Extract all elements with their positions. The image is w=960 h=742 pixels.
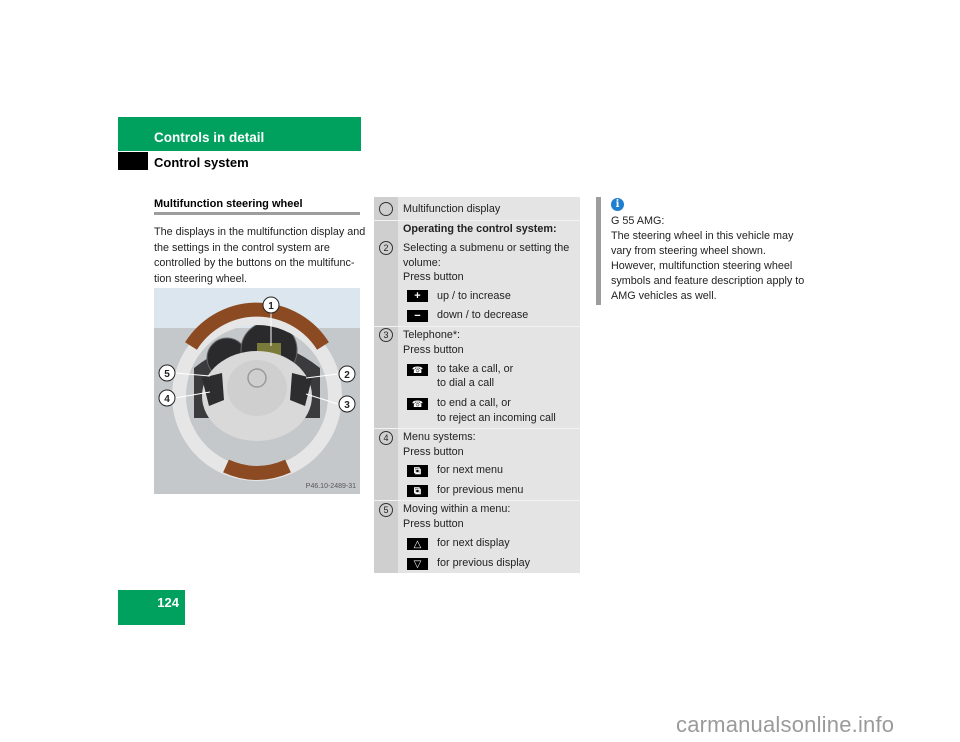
legend-sub-4: Press button (403, 446, 464, 458)
chapter-header: Controls in detail (118, 117, 361, 151)
steering-wheel-figure: 1 2 3 4 5 P46.10-2489-31 (154, 288, 360, 494)
legend-button-text-2: to dial a call (437, 377, 495, 389)
page-number: 124 (157, 595, 179, 610)
legend-number-3: 3 (379, 328, 393, 342)
page-number-badge: 124 (118, 590, 185, 625)
row-divider (374, 326, 580, 327)
legend-button-text: to take a call, or (437, 363, 514, 375)
legend-text-2: Selecting a submenu or setting the volum… (403, 242, 570, 269)
info-title: G 55 AMG: (611, 215, 665, 227)
callout-1: 1 (268, 301, 274, 312)
section-title: Control system (154, 155, 249, 170)
legend-text-3: Telephone*: (403, 329, 461, 341)
watermark: carmanualsonline.info (676, 712, 895, 737)
legend-button-text: for previous menu (437, 484, 524, 496)
legend-sub-3: Press button (403, 344, 464, 356)
legend-table: Multifunction display Operating the cont… (374, 197, 580, 573)
callout-5: 5 (164, 369, 170, 380)
legend-text-4: Menu systems: (403, 431, 476, 443)
legend-sub-2: Press button (403, 271, 464, 283)
next-menu-icon: ⧉ (407, 465, 428, 477)
figure-code: P46.10-2489-31 (305, 483, 356, 490)
legend-number-4: 4 (379, 431, 393, 445)
info-sidebar-bar (596, 197, 601, 305)
row-divider (374, 220, 580, 221)
plus-icon: + (407, 290, 428, 302)
phone-pickup-icon: ☎ (407, 364, 428, 376)
legend-button-text: up / to increase (437, 290, 511, 302)
legend-button-text: for next menu (437, 464, 504, 476)
callout-3: 3 (344, 400, 350, 411)
chapter-title: Controls in detail (154, 130, 265, 145)
steering-wheel-illustration: 1 2 3 4 5 (154, 288, 360, 494)
previous-menu-icon: ⧉ (407, 485, 428, 497)
legend-text-5: Moving within a menu: (403, 503, 511, 515)
phone-hangup-icon: ☎ (407, 398, 428, 410)
arrow-down-icon: ▽ (407, 558, 428, 570)
info-icon: i (611, 198, 624, 211)
info-body: The steering wheel in this vehicle may v… (611, 230, 805, 302)
info-note: G 55 AMG: The steering wheel in this veh… (611, 214, 811, 304)
title-divider (154, 212, 360, 215)
legend-number-2: 2 (379, 241, 393, 255)
legend-sub-5: Press button (403, 518, 464, 530)
callout-4: 4 (164, 394, 170, 405)
legend-number-1 (379, 202, 393, 216)
row-divider (374, 428, 580, 429)
legend-button-text: to end a call, or (437, 397, 511, 409)
legend-heading: Operating the control system: (403, 223, 557, 235)
arrow-up-icon: △ (407, 538, 428, 550)
section-marker (118, 152, 148, 170)
callout-2: 2 (344, 370, 350, 381)
intro-paragraph: The displays in the multifunction displa… (154, 226, 366, 285)
page-title: Multifunction steering wheel (154, 198, 303, 210)
legend-number-5: 5 (379, 503, 393, 517)
legend-button-text: for previous display (437, 557, 531, 569)
minus-icon: − (407, 310, 428, 322)
legend-button-text: for next display (437, 537, 510, 549)
legend-text-1: Multifunction display (403, 203, 501, 215)
row-divider (374, 500, 580, 501)
legend-button-text: down / to decrease (437, 309, 529, 321)
legend-button-text-2: to reject an incoming call (437, 412, 556, 424)
